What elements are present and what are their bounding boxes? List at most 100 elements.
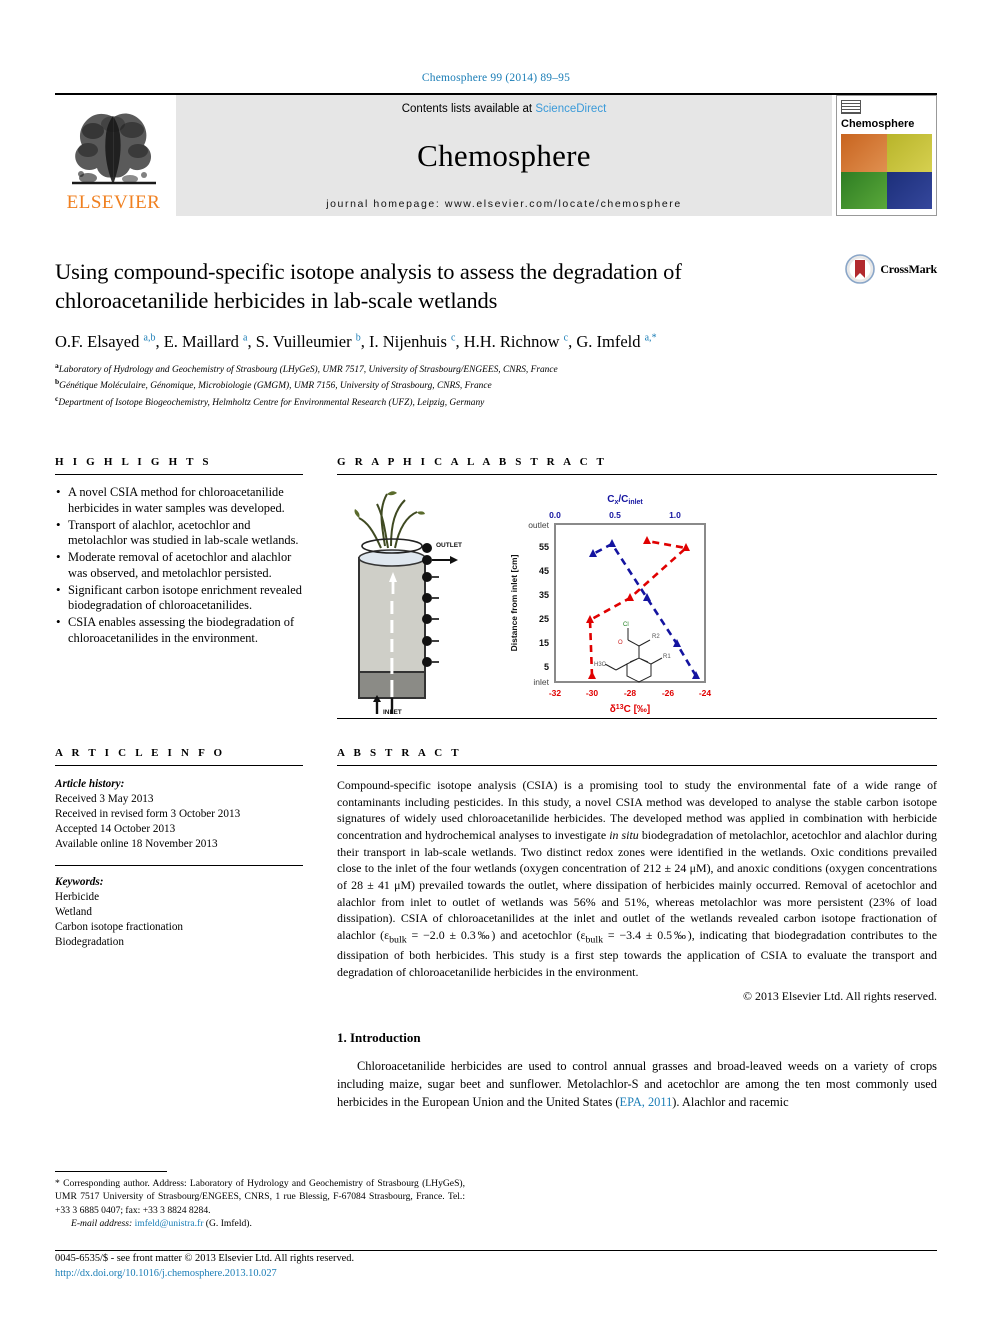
svg-text:R1: R1 (663, 654, 671, 660)
svg-text:55: 55 (539, 542, 549, 552)
keyword-item: Herbicide (55, 890, 100, 903)
affiliation-list: aLaboratory of Hydrology and Geochemistr… (55, 361, 937, 410)
cover-quadrant-4 (886, 171, 932, 209)
graphical-abstract-bottom-rule (337, 718, 937, 719)
svg-text:-30: -30 (586, 688, 599, 698)
contents-available-line: Contents lists available at ScienceDirec… (402, 103, 607, 115)
chart-outlet-label: outlet (528, 520, 549, 530)
crossmark-icon (845, 254, 876, 284)
introduction-paragraph: Chloroacetanilide herbicides are used to… (337, 1059, 937, 1109)
chart-markers-concentration (589, 539, 700, 679)
article-history-label: Article history: (55, 778, 125, 790)
footnote-block: * Corresponding author. Address: Laborat… (55, 1170, 465, 1231)
graphical-abstract-section: G R A P H I C A L A B S T R A C T OUTLET… (337, 456, 937, 719)
svg-text:Cl: Cl (623, 622, 629, 628)
list-item: Moderate removal of acetochlor and alach… (55, 549, 303, 582)
article-info-section: A R T I C L E I N F O Article history: R… (55, 747, 303, 1004)
issn-copyright-line: 0045-6535/$ - see front matter © 2013 El… (55, 1252, 355, 1264)
keyword-item: Wetland (55, 905, 92, 918)
running-head: Chemosphere 99 (2014) 89–95 (421, 72, 571, 84)
elsevier-logo: ELSEVIER (55, 95, 172, 216)
abstract-copyright: © 2013 Elsevier Ltd. All rights reserved… (743, 989, 937, 1004)
journal-title: Chemosphere (417, 137, 591, 173)
svg-text:25: 25 (539, 614, 549, 624)
corresponding-author-note: * Corresponding author. Address: Laborat… (55, 1177, 465, 1216)
cover-barcode-icon (841, 100, 861, 114)
crossmark-badge[interactable]: CrossMark (845, 254, 937, 284)
article-history-block: Article history: Received 3 May 2013 Rec… (55, 777, 303, 853)
keyword-item: Carbon isotope fractionation (55, 920, 184, 933)
chart-bottom-axis-title: δ13C [‰] (610, 704, 651, 715)
journal-homepage: journal homepage: www.elsevier.com/locat… (326, 198, 682, 210)
list-item: CSIA enables assessing the biodegradatio… (55, 614, 303, 647)
wetland-column-diagram: OUTLET INLET (354, 491, 462, 716)
svg-text:35: 35 (539, 590, 549, 600)
elsevier-tree-icon (71, 113, 156, 185)
affiliation-b: bGénétique Moléculaire, Génomique, Micro… (55, 377, 937, 393)
info-and-abstract-row: A R T I C L E I N F O Article history: R… (55, 747, 937, 1004)
svg-text:-24: -24 (699, 688, 712, 698)
svg-text:0.5: 0.5 (609, 510, 621, 520)
svg-text:0.0: 0.0 (549, 510, 561, 520)
svg-text:R2: R2 (652, 634, 660, 640)
svg-text:O: O (618, 640, 623, 646)
outlet-marker (432, 556, 458, 564)
chart-y-ticks: 55 45 35 25 15 5 (539, 542, 549, 672)
cover-artwork (841, 134, 932, 209)
svg-text:15: 15 (539, 638, 549, 648)
cover-quadrant-1 (841, 134, 887, 172)
sciencedirect-link[interactable]: ScienceDirect (535, 103, 606, 115)
highlights-and-ga-row: H I G H L I G H T S A novel CSIA method … (55, 456, 937, 719)
article-info-heading: A R T I C L E I N F O (55, 747, 226, 759)
svg-text:-26: -26 (662, 688, 675, 698)
graphical-abstract-heading: G R A P H I C A L A B S T R A C T (337, 456, 608, 468)
contents-prefix: Contents lists available at (401, 103, 536, 115)
svg-text:-28: -28 (624, 688, 637, 698)
svg-text:-32: -32 (549, 688, 562, 698)
abstract-section: A B S T R A C T Compound-specific isotop… (337, 747, 937, 1004)
cover-quadrant-2 (886, 134, 932, 172)
chart-series-isotope (586, 536, 690, 679)
email-note: E-mail address: imfeld@unistra.fr (G. Im… (71, 1218, 252, 1230)
cover-quadrant-3 (841, 171, 887, 209)
highlights-section: H I G H L I G H T S A novel CSIA method … (55, 456, 303, 719)
affiliation-text-b: Génétique Moléculaire, Génomique, Microb… (59, 381, 492, 392)
article-info-separator (55, 864, 303, 866)
journal-cover-thumbnail: Chemosphere (836, 95, 937, 216)
article-history-item: Received in revised form 3 October 2013 (55, 808, 241, 821)
journal-masthead: ELSEVIER Contents lists available at Sci… (55, 93, 937, 216)
introduction-heading: 1. Introduction (337, 1030, 421, 1046)
highlights-list: A novel CSIA method for chloroacetanilid… (55, 484, 303, 647)
keywords-block: Keywords: Herbicide Wetland Carbon isoto… (55, 875, 303, 951)
paper-page: Chemosphere 99 (2014) 89–95 ELSEVIER Con… (0, 0, 992, 1323)
page-title: Using compound-specific isotope analysis… (55, 259, 682, 313)
affiliation-text-a: Laboratory of Hydrology and Geochemistry… (58, 364, 558, 375)
title-block: CrossMark Using compound-specific isotop… (55, 254, 937, 410)
page-footer: 0045-6535/$ - see front matter © 2013 El… (55, 1251, 555, 1281)
chart-top-ticks: 0.0 0.5 1.0 (549, 510, 681, 520)
keywords-label: Keywords: (55, 875, 104, 888)
author-list: O.F. Elsayed a,b, E. Maillard a, S. Vuil… (55, 331, 657, 351)
crossmark-label: CrossMark (880, 261, 937, 276)
introduction-left-spacer (55, 1030, 303, 1111)
keyword-item: Biodegradation (55, 935, 124, 948)
article-info-rule (55, 765, 303, 766)
depth-profile-chart: Cx/Cinlet 0.0 0.5 1.0 Distance from inle… (509, 494, 712, 715)
graphical-abstract-rule (337, 474, 937, 475)
list-item: Significant carbon isotope enrichment re… (55, 582, 303, 615)
introduction-section: 1. Introduction Chloroacetanilide herbic… (337, 1030, 937, 1111)
inlet-label: INLET (383, 709, 402, 716)
journal-band: Contents lists available at ScienceDirec… (176, 95, 832, 216)
introduction-row: 1. Introduction Chloroacetanilide herbic… (55, 1030, 937, 1111)
svg-text:1.0: 1.0 (669, 510, 681, 520)
svg-text:45: 45 (539, 566, 549, 576)
footnote-rule (55, 1170, 167, 1172)
doi-link[interactable]: http://dx.doi.org/10.1016/j.chemosphere.… (55, 1266, 555, 1281)
chart-top-axis-title: Cx/Cinlet (607, 494, 643, 506)
abstract-body: Compound-specific isotope analysis (CSIA… (337, 778, 938, 979)
graphical-abstract-figure: OUTLET INLET Cx/Cinlet 0.0 0.5 1.0 Dista… (337, 486, 937, 718)
abstract-heading: A B S T R A C T (337, 747, 462, 759)
chart-inlet-label: inlet (533, 677, 549, 687)
article-history-item: Available online 18 November 2013 (55, 838, 218, 851)
affiliation-a: aLaboratory of Hydrology and Geochemistr… (55, 361, 937, 377)
